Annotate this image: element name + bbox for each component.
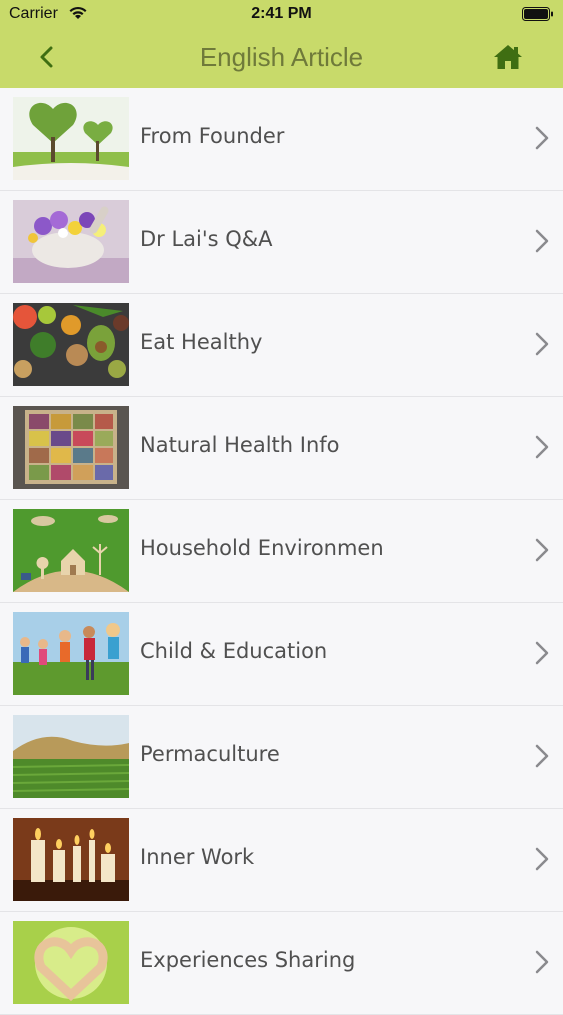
list-item-label: Eat Healthy — [140, 330, 263, 354]
running-children-thumbnail — [13, 612, 129, 695]
clock-label: 2:41 PM — [251, 5, 312, 22]
list-item-label: Permaculture — [140, 742, 280, 766]
list-item-label: Experiences Sharing — [140, 948, 356, 972]
list-item-natural-health-info[interactable]: Natural Health Info — [0, 397, 563, 500]
heart-hands-thumbnail — [13, 921, 129, 1004]
list-item-dr-lais-qa[interactable]: Dr Lai's Q&A — [0, 191, 563, 294]
article-category-list: From Founder Dr Lai's Q&A Eat Healthy Na… — [0, 88, 563, 1015]
list-item-label: From Founder — [140, 124, 285, 148]
list-item-household-environment[interactable]: Household Environmen — [0, 500, 563, 603]
page-title: English Article — [199, 42, 364, 72]
list-item-label: Natural Health Info — [140, 433, 340, 457]
chevron-right-icon — [535, 126, 549, 150]
home-icon — [494, 45, 522, 69]
chevron-right-icon — [535, 332, 549, 356]
chevron-right-icon — [535, 641, 549, 665]
list-item-inner-work[interactable]: Inner Work — [0, 809, 563, 912]
list-item-label: Inner Work — [140, 845, 255, 869]
chevron-right-icon — [535, 435, 549, 459]
list-item-label: Household Environmen — [140, 536, 384, 560]
chevron-right-icon — [535, 538, 549, 562]
flowers-mortar-thumbnail — [13, 200, 129, 283]
tree-heart-thumbnail — [13, 97, 129, 180]
list-item-label: Dr Lai's Q&A — [140, 227, 273, 251]
list-item-child-education[interactable]: Child & Education — [0, 603, 563, 706]
status-bar: Carrier 2:41 PM — [0, 0, 563, 30]
candles-thumbnail — [13, 818, 129, 901]
battery-icon — [522, 7, 554, 21]
home-button[interactable] — [492, 43, 524, 71]
chevron-right-icon — [535, 229, 549, 253]
herb-box-thumbnail — [13, 406, 129, 489]
healthy-food-thumbnail — [13, 303, 129, 386]
list-item-eat-healthy[interactable]: Eat Healthy — [0, 294, 563, 397]
list-item-label: Child & Education — [140, 639, 328, 663]
eco-house-thumbnail — [13, 509, 129, 592]
navigation-bar: English Article — [0, 30, 563, 88]
chevron-right-icon — [535, 744, 549, 768]
chevron-right-icon — [535, 847, 549, 871]
farm-field-thumbnail — [13, 715, 129, 798]
list-item-from-founder[interactable]: From Founder — [0, 88, 563, 191]
chevron-right-icon — [535, 950, 549, 974]
header-bar: Carrier 2:41 PM English Article — [0, 0, 563, 89]
list-item-permaculture[interactable]: Permaculture — [0, 706, 563, 809]
